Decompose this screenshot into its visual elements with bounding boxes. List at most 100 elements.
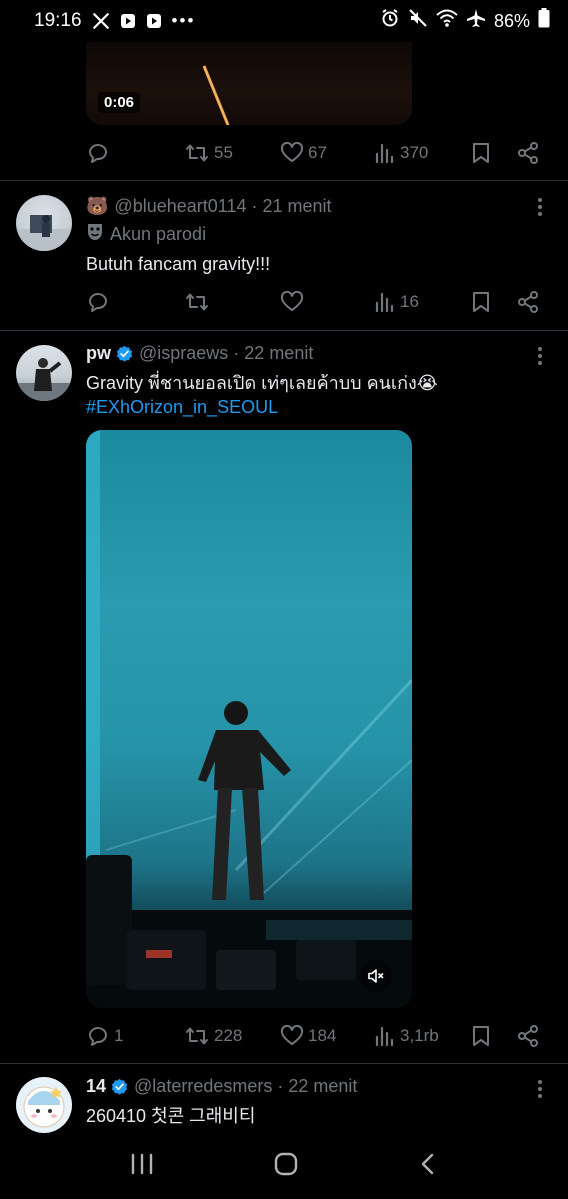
- heart-icon: [280, 141, 304, 162]
- views-icon: [375, 1026, 394, 1047]
- tweet3-video[interactable]: [86, 430, 412, 1008]
- status-time: 19:16: [34, 10, 82, 31]
- tweet2-actions: 16: [86, 287, 546, 317]
- reply-button[interactable]: 1: [86, 1021, 123, 1051]
- views-button[interactable]: 370: [374, 138, 428, 168]
- tweet3-header: pw @ispraews · 22 menit: [86, 343, 313, 364]
- recent-apps-icon: [131, 1153, 152, 1175]
- like-count: 67: [308, 143, 327, 162]
- volume-toggle-button[interactable]: [360, 960, 392, 992]
- x-app-icon: [92, 12, 110, 30]
- tweet-divider: [0, 1063, 568, 1064]
- wifi-icon: [436, 8, 458, 34]
- avatar[interactable]: [16, 195, 72, 251]
- reply-icon: [89, 293, 107, 312]
- tweet3-text-line: Gravity พี่ชานยอลเปิด เท่ๆเลยค้าบบ คนเก่…: [86, 373, 438, 393]
- share-button[interactable]: [516, 1021, 540, 1051]
- post-time[interactable]: · 22 menit: [277, 1076, 357, 1097]
- battery-icon: [538, 8, 550, 34]
- views-button[interactable]: 16: [374, 287, 419, 317]
- display-name[interactable]: 14: [86, 1076, 106, 1097]
- bookmark-button[interactable]: [470, 1021, 492, 1051]
- user-handle[interactable]: @blueheart0114: [114, 196, 246, 217]
- home-icon: [274, 1152, 298, 1176]
- reply-button[interactable]: [86, 138, 110, 168]
- tweet1-video[interactable]: 0:06: [86, 42, 412, 125]
- recent-apps-button[interactable]: [130, 1153, 154, 1180]
- bookmark-icon: [473, 1026, 489, 1046]
- youtube-notification-icon: [120, 13, 136, 29]
- tweet-divider: [0, 330, 568, 331]
- hashtag-link[interactable]: #EXhOrizon_in_SEOUL: [86, 395, 438, 419]
- like-count: 184: [308, 1026, 337, 1045]
- retweet-icon: [186, 144, 208, 162]
- mute-icon: [408, 8, 428, 34]
- reply-icon: [89, 144, 107, 163]
- tweet2-header: 🐻 @blueheart0114 · 21 menit: [86, 196, 332, 217]
- more-options-icon[interactable]: [528, 344, 552, 368]
- views-button[interactable]: 3,1rb: [374, 1021, 439, 1051]
- views-count: 3,1rb: [400, 1026, 439, 1045]
- bookmark-button[interactable]: [470, 138, 492, 168]
- post-time[interactable]: · 21 menit: [251, 196, 331, 217]
- more-options-icon[interactable]: [528, 195, 552, 219]
- mask-icon: [86, 222, 104, 247]
- share-icon: [518, 291, 538, 313]
- more-notifications-icon: •••: [171, 11, 196, 30]
- post-time[interactable]: · 22 menit: [233, 343, 313, 364]
- back-button[interactable]: [418, 1152, 438, 1181]
- concert-scene-graphic: [86, 430, 412, 1008]
- home-button[interactable]: [273, 1151, 299, 1182]
- reply-count: 1: [114, 1026, 124, 1045]
- alarm-icon: [380, 8, 400, 34]
- views-count: 370: [400, 143, 429, 162]
- avatar-image: [23, 1086, 65, 1128]
- tweet2-text: Butuh fancam gravity!!!: [86, 254, 271, 274]
- tweet4-text: 260410 첫콘 그래비티: [86, 1106, 256, 1126]
- share-button[interactable]: [516, 287, 540, 317]
- share-icon: [518, 142, 538, 164]
- avatar[interactable]: [16, 1077, 72, 1133]
- user-handle[interactable]: @laterredesmers: [134, 1076, 272, 1097]
- display-name[interactable]: pw: [86, 343, 111, 364]
- tweet4-header: 14 @laterredesmers · 22 menit: [86, 1076, 357, 1097]
- verified-badge-icon: [111, 1078, 128, 1095]
- youtube-notification-icon-2: [146, 13, 162, 29]
- views-icon: [375, 143, 394, 164]
- retweet-count: 228: [214, 1026, 243, 1045]
- verified-badge-icon: [116, 345, 133, 362]
- retweet-button[interactable]: [184, 287, 210, 317]
- retweet-icon: [186, 1027, 208, 1045]
- reply-button[interactable]: [86, 287, 110, 317]
- parody-label: Akun parodi: [110, 224, 207, 244]
- heart-icon: [280, 1024, 304, 1045]
- avatar[interactable]: [16, 345, 72, 401]
- back-arrow-icon: [422, 1153, 434, 1175]
- video-duration: 0:06: [98, 92, 141, 113]
- tweet-divider: [0, 180, 568, 181]
- airplane-mode-icon: [466, 8, 486, 34]
- retweet-icon: [186, 293, 208, 311]
- like-button[interactable]: [280, 287, 304, 317]
- share-button[interactable]: [516, 138, 540, 168]
- share-icon: [518, 1025, 538, 1047]
- like-button[interactable]: 184: [280, 1021, 336, 1051]
- bookmark-icon: [473, 292, 489, 312]
- views-icon: [375, 292, 394, 313]
- system-navigation-bar: [0, 1134, 568, 1199]
- retweet-button[interactable]: 55: [184, 138, 233, 168]
- bear-emoji-icon: 🐻: [86, 196, 109, 216]
- retweet-button[interactable]: 228: [184, 1021, 242, 1051]
- bookmark-icon: [473, 143, 489, 163]
- user-handle[interactable]: @ispraews: [139, 343, 228, 364]
- reply-icon: [89, 1027, 107, 1046]
- more-options-icon[interactable]: [528, 1077, 552, 1101]
- parody-label-row: Akun parodi: [86, 222, 206, 247]
- retweet-count: 55: [214, 143, 233, 162]
- bookmark-button[interactable]: [470, 287, 492, 317]
- status-bar: 19:16 ••• 86%: [0, 0, 568, 42]
- tweet3-text: Gravity พี่ชานยอลเปิด เท่ๆเลยค้าบบ คนเก่…: [86, 371, 438, 419]
- avatar-image: [16, 358, 72, 401]
- views-count: 16: [400, 292, 419, 311]
- like-button[interactable]: 67: [280, 138, 327, 168]
